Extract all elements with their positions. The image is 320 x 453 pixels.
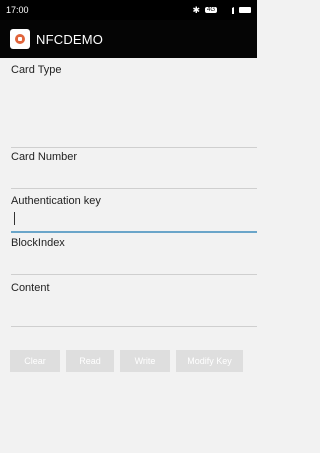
content-field[interactable] (11, 326, 257, 327)
block-index-label: BlockIndex (11, 237, 65, 249)
content-label: Content (11, 282, 50, 294)
app-logo-icon (10, 29, 30, 49)
app-title: NFCDEMO (36, 31, 104, 47)
card-type-divider (11, 147, 257, 148)
read-button[interactable]: Read (66, 350, 114, 372)
action-buttons: Clear Read Write Modify Key (10, 350, 243, 372)
authentication-key-label: Authentication key (11, 195, 101, 207)
text-cursor (14, 212, 15, 225)
bluetooth-icon: ✱ (192, 4, 200, 15)
card-type-label: Card Type (11, 64, 62, 76)
app-bar: NFCDEMO (0, 20, 257, 58)
card-number-label: Card Number (11, 151, 78, 163)
block-index-field[interactable] (11, 274, 257, 275)
write-button[interactable]: Write (120, 350, 170, 372)
clear-button[interactable]: Clear (10, 350, 60, 372)
status-time: 17:00 (6, 5, 29, 15)
card-number-field[interactable] (11, 188, 257, 189)
data-badge-icon: 4G (204, 7, 217, 13)
modify-key-button[interactable]: Modify Key (176, 350, 243, 372)
status-icons: ✱ 4G (192, 5, 251, 16)
status-bar: 17:00 ✱ 4G (0, 0, 257, 20)
battery-icon (239, 7, 251, 13)
signal-icon (222, 6, 234, 14)
authentication-key-field[interactable] (11, 231, 257, 233)
